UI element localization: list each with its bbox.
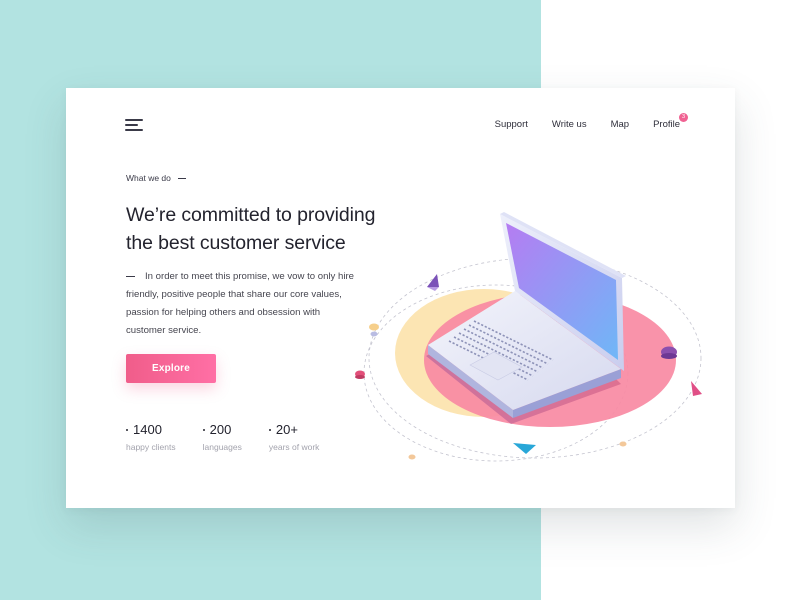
laptop-illustration [355, 212, 702, 462]
lilac-dot [370, 331, 378, 337]
purple-triangle-face [427, 287, 439, 291]
purple-triangle [427, 274, 439, 287]
pink-dot-side [355, 375, 365, 379]
yellow-dot [369, 323, 379, 331]
teal-triangle [513, 443, 536, 454]
hero-card: Support Write us Map Profile 3 What we d… [66, 88, 735, 508]
pink-triangle [691, 381, 702, 396]
peach-dot [408, 454, 416, 460]
purple-disc-side [661, 353, 677, 359]
peach-dot-right [619, 441, 627, 447]
